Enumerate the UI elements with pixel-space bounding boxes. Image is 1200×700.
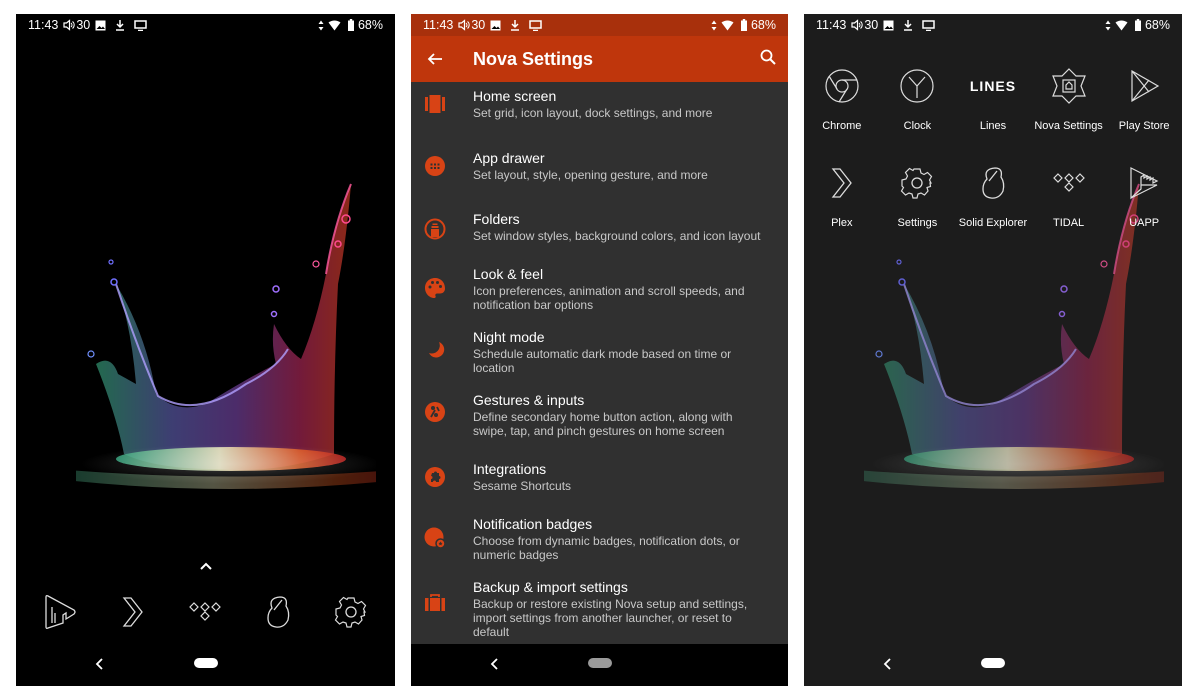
lines-icon: LINES	[969, 78, 1017, 94]
clock-time: 11:43	[423, 18, 454, 32]
plex-icon	[122, 597, 143, 627]
volume-level: 30	[864, 18, 879, 32]
dock-app-uapp[interactable]	[40, 592, 80, 632]
home-nav-button[interactable]	[193, 658, 218, 668]
download-icon	[115, 19, 125, 31]
status-bar: 11:43 30 68%	[411, 14, 788, 36]
app-grid-row: Plex Settings Solid Explorer TIDAL UAPP	[804, 163, 1182, 229]
battery-percent: 68%	[750, 18, 776, 32]
app-tidal[interactable]: TIDAL	[1031, 163, 1107, 229]
home-screen-panel: 11:43 30 68%	[16, 14, 395, 686]
tidal-icon	[189, 602, 222, 621]
battery-icon	[740, 19, 747, 31]
folders-icon	[424, 218, 446, 240]
volume-level: 30	[76, 18, 91, 32]
search-button[interactable]	[760, 49, 776, 70]
cast-screen-icon	[922, 19, 936, 31]
wifi-icon	[721, 20, 734, 31]
cast-screen-icon	[134, 19, 148, 31]
search-icon	[760, 49, 776, 65]
navigation-bar	[411, 644, 788, 686]
home-nav-button[interactable]	[981, 658, 1005, 668]
back-nav-button[interactable]	[489, 656, 501, 672]
image-icon	[883, 20, 894, 31]
data-arrows-icon	[711, 20, 717, 31]
solid-explorer-icon	[267, 596, 290, 628]
arrow-left-icon	[427, 53, 442, 65]
chrome-icon	[825, 69, 859, 103]
back-button[interactable]	[411, 51, 459, 67]
briefcase-icon	[425, 594, 445, 611]
nova-settings-panel: 11:43 30 68% Nova Settings Home screen S…	[411, 14, 788, 686]
page-title: Nova Settings	[473, 48, 594, 69]
app-grid-row: Chrome Clock LINES Lines Nova Settings P…	[804, 66, 1182, 132]
settings-icon	[334, 596, 366, 628]
battery-percent: 68%	[357, 18, 383, 32]
app-lines[interactable]: LINES Lines	[955, 66, 1031, 132]
app-settings[interactable]: Settings	[880, 163, 956, 229]
data-arrows-icon	[1105, 20, 1111, 31]
app-play-store[interactable]: Play Store	[1106, 66, 1182, 132]
water-splash-wallpaper	[76, 183, 376, 489]
home-nav-button[interactable]	[587, 658, 612, 668]
plex-icon	[831, 168, 852, 198]
app-drawer-icon	[425, 156, 445, 176]
back-nav-button[interactable]	[882, 656, 894, 672]
app-plex[interactable]: Plex	[804, 163, 880, 229]
app-chrome[interactable]: Chrome	[804, 66, 880, 132]
app-bar: Nova Settings	[411, 36, 788, 82]
volume-level: 30	[471, 18, 486, 32]
dock-app-settings[interactable]	[331, 592, 371, 632]
back-nav-button[interactable]	[94, 656, 106, 672]
gesture-icon	[425, 402, 445, 422]
data-arrows-icon	[318, 20, 324, 31]
navigation-bar	[804, 644, 1182, 686]
app-solid-explorer[interactable]: Solid Explorer	[955, 163, 1031, 229]
app-drawer-chevron-up-icon[interactable]	[199, 562, 213, 572]
settings-icon	[901, 167, 933, 199]
wifi-icon	[1115, 20, 1128, 31]
app-nova-settings[interactable]: Nova Settings	[1031, 66, 1107, 132]
home-screen-icon	[425, 95, 445, 113]
dock-app-plex[interactable]	[113, 592, 153, 632]
battery-percent: 68%	[1144, 18, 1170, 32]
tidal-icon	[1052, 173, 1085, 192]
app-clock[interactable]: Clock	[880, 66, 956, 132]
volume-icon	[458, 19, 470, 31]
volume-icon	[63, 19, 75, 31]
volume-icon	[851, 19, 863, 31]
cast-screen-icon	[529, 19, 543, 31]
moon-icon	[429, 342, 445, 358]
app-uapp[interactable]: UAPP	[1106, 163, 1182, 229]
download-icon	[510, 19, 520, 31]
solid-explorer-icon	[982, 167, 1005, 199]
uapp-icon	[45, 595, 76, 629]
battery-icon	[1134, 19, 1141, 31]
badge-icon	[424, 527, 446, 549]
nova-settings-icon	[1051, 68, 1086, 104]
app-drawer-panel: 11:43 30 68% Chrome Clock LINES Lines No…	[804, 14, 1182, 686]
dock-app-solid-explorer[interactable]	[258, 592, 298, 632]
image-icon	[95, 20, 106, 31]
palette-icon	[425, 278, 445, 298]
dock-app-tidal[interactable]	[185, 592, 225, 632]
dock	[16, 592, 395, 632]
uapp-icon	[1130, 167, 1159, 200]
wifi-icon	[328, 20, 341, 31]
play-store-icon	[1131, 69, 1160, 103]
status-bar: 11:43 30 68%	[804, 14, 1182, 36]
clock-icon	[900, 69, 934, 103]
navigation-bar	[16, 644, 395, 686]
clock-time: 11:43	[816, 18, 847, 32]
image-icon	[490, 20, 501, 31]
status-bar: 11:43 30 68%	[16, 14, 395, 36]
battery-icon	[347, 19, 354, 31]
download-icon	[903, 19, 913, 31]
clock-time: 11:43	[28, 18, 59, 32]
puzzle-icon	[425, 467, 445, 487]
